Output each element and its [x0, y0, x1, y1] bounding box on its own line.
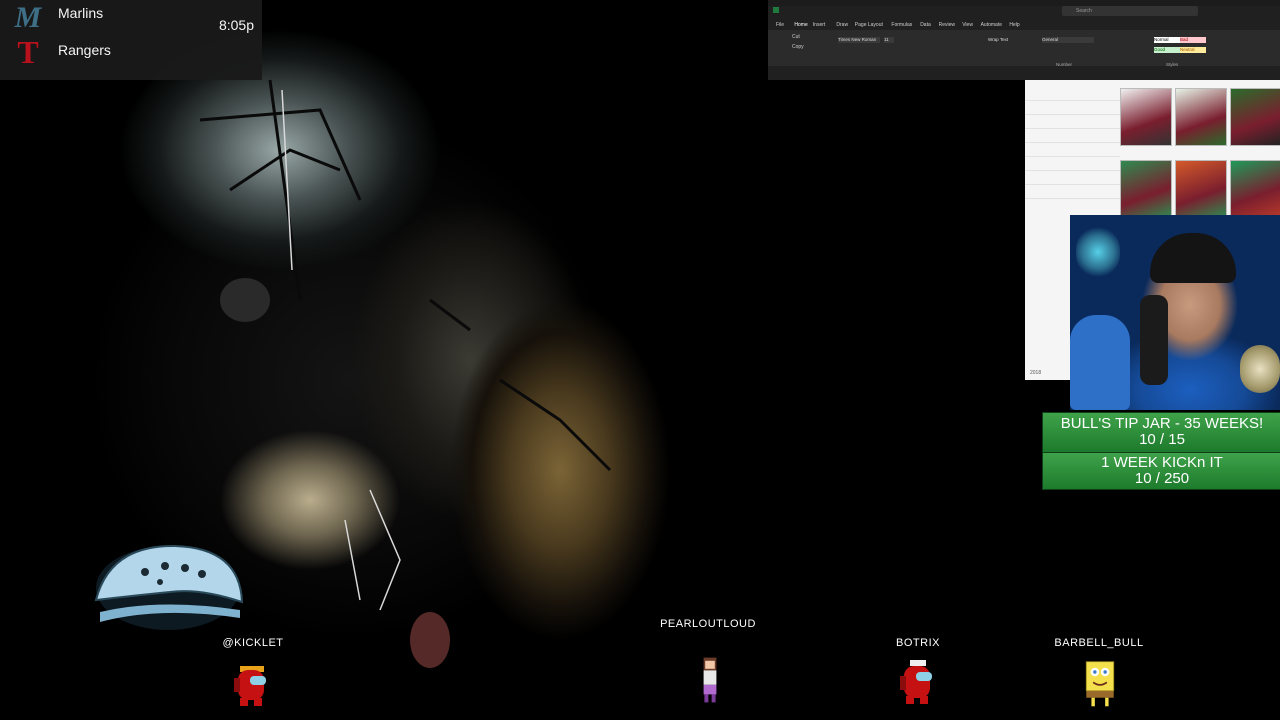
- kickn-it-goal-title: 1 WEEK KICKn IT: [1101, 454, 1223, 471]
- excel-title-bar: [768, 0, 1280, 6]
- game-time: 8:05p: [218, 17, 254, 33]
- excel-menu-data[interactable]: Data: [920, 22, 931, 28]
- excel-menu-review[interactable]: Review: [939, 22, 955, 28]
- streamer-webcam: [1070, 215, 1280, 410]
- football-card-image: [1230, 160, 1280, 218]
- style-bad[interactable]: Bad: [1180, 37, 1206, 43]
- kickn-it-goal-progress: 10 / 250: [1134, 470, 1190, 487]
- copy-button[interactable]: Copy: [792, 44, 804, 50]
- home-team-name: Rangers: [58, 42, 111, 58]
- excel-menu-help[interactable]: Help: [1009, 22, 1019, 28]
- excel-row-label: 2018: [1030, 370, 1042, 376]
- rangers-logo-icon: T: [10, 33, 46, 70]
- spongebob-avatar-icon: [1085, 661, 1115, 707]
- number-group-label: Number: [1056, 62, 1073, 67]
- font-name-select[interactable]: Times New Roman: [838, 37, 880, 43]
- chatter-name-barbell-bull: BARBELL_BULL: [1054, 637, 1144, 649]
- football-card-image: [1175, 160, 1227, 218]
- excel-menu-view[interactable]: View: [962, 22, 973, 28]
- excel-menu-home[interactable]: Home: [794, 22, 807, 28]
- football-card-image: [1230, 88, 1280, 146]
- crewmate-avatar-icon: [900, 660, 932, 704]
- tip-jar-goal-title: BULL'S TIP JAR - 35 WEEKS!: [1060, 415, 1264, 432]
- crewmate-avatar-icon: [234, 666, 266, 706]
- excel-menu-draw[interactable]: Draw: [836, 22, 848, 28]
- climbing-helmet-icon: [94, 544, 244, 630]
- cut-button[interactable]: Cut: [792, 34, 800, 40]
- excel-app-icon: [773, 7, 779, 13]
- streamer-cap: [1150, 233, 1236, 283]
- excel-menu-page-layout[interactable]: Page Layout: [855, 22, 883, 28]
- number-format-select[interactable]: General: [1042, 37, 1094, 43]
- baseball-scorebug: M Marlins T Rangers 8:05p: [0, 0, 262, 80]
- excel-search-placeholder: Search: [1076, 8, 1092, 14]
- pixel-girl-avatar-icon: [703, 657, 717, 703]
- microphone-icon: [1140, 295, 1168, 385]
- tip-jar-goal-panel: BULL'S TIP JAR - 35 WEEKS! 10 / 15: [1042, 412, 1280, 453]
- excel-menu-insert[interactable]: Insert: [813, 22, 826, 28]
- chatter-name-kicklet: @KICKLET: [222, 637, 284, 649]
- excel-ribbon: Cut Copy Times New Roman 11 Wrap Text Ge…: [768, 30, 1280, 67]
- styles-group-label: Styles: [1166, 62, 1179, 67]
- football-card-image: [1120, 88, 1172, 146]
- wrap-text-button[interactable]: Wrap Text: [988, 37, 1008, 42]
- kickn-it-goal-panel: 1 WEEK KICKn IT 10 / 250: [1042, 452, 1280, 490]
- excel-menu-formulas[interactable]: Formulas: [891, 22, 912, 28]
- style-normal[interactable]: Normal: [1154, 37, 1180, 43]
- chatter-name-pearloutloud: PEARLOUTLOUD: [660, 618, 756, 630]
- marlins-logo-letter: M: [14, 1, 42, 34]
- away-team-name: Marlins: [58, 5, 104, 21]
- excel-menu-file[interactable]: File: [776, 22, 784, 28]
- rgb-light-icon: [1076, 227, 1120, 277]
- excel-menu-automate[interactable]: Automate: [981, 22, 1002, 28]
- medallion-icon: [1240, 345, 1280, 393]
- puppet-figure-icon: [1070, 315, 1130, 410]
- excel-window: Search File Home Insert Draw Page Layout Form…: [768, 0, 1280, 80]
- style-neutral[interactable]: Neutral: [1180, 47, 1206, 53]
- football-card-image: [1120, 160, 1172, 218]
- marlins-logo-icon: M: [10, 1, 46, 34]
- style-good[interactable]: Good: [1154, 47, 1180, 53]
- excel-search-box[interactable]: Search: [1062, 6, 1198, 16]
- football-card-image: [1175, 88, 1227, 146]
- font-size-select[interactable]: 11: [884, 37, 894, 43]
- tip-jar-goal-progress: 10 / 15: [1139, 431, 1185, 448]
- chatter-name-botrix: BOTRIX: [896, 637, 940, 649]
- rangers-logo-letter: T: [17, 33, 39, 70]
